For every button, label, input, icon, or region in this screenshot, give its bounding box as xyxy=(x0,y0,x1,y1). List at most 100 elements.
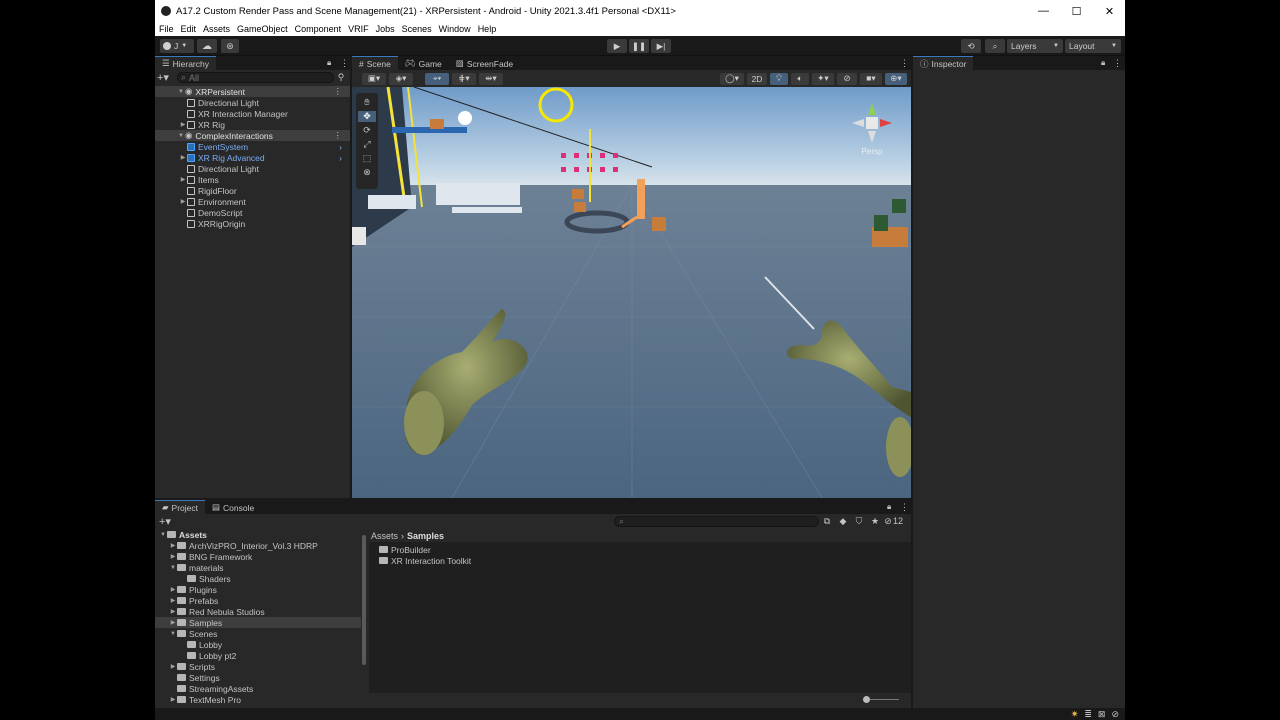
menu-jobs[interactable]: Jobs xyxy=(376,24,395,34)
project-folder-row[interactable]: ▶ Scripts xyxy=(155,661,361,672)
expand-arrow-icon[interactable]: ▶ xyxy=(169,619,177,626)
expand-arrow-icon[interactable]: ▼ xyxy=(169,631,177,637)
breadcrumb-samples[interactable]: Samples xyxy=(407,531,444,541)
tree-scrollbar[interactable] xyxy=(361,529,368,679)
draw-mode-sphere-button[interactable]: ◯▾ xyxy=(720,72,744,85)
hierarchy-item[interactable]: ▶ Environment xyxy=(155,196,350,207)
tab-scene[interactable]: # Scene xyxy=(352,56,398,70)
collapse-arrow-icon[interactable]: ▶ xyxy=(179,154,187,161)
gizmos-button[interactable]: ⊕▾ xyxy=(885,72,907,85)
pivot-button[interactable]: ⌖▾ xyxy=(425,72,449,85)
search-button[interactable]: ⌕ xyxy=(985,39,1005,53)
auto-generate-lighting-icon[interactable]: ✷ xyxy=(1071,709,1079,720)
minimize-button[interactable]: — xyxy=(1027,0,1060,22)
hierarchy-item[interactable]: RigidFloor xyxy=(155,185,350,196)
hierarchy-item[interactable]: XR Interaction Manager xyxy=(155,108,350,119)
tab-project[interactable]: ▰ Project xyxy=(155,500,206,514)
move-tool-icon[interactable]: ✥ xyxy=(358,111,376,122)
expand-arrow-icon[interactable]: ▼ xyxy=(159,532,167,538)
project-folder-row[interactable]: ▼ Assets xyxy=(155,529,361,540)
menu-file[interactable]: File xyxy=(159,24,174,34)
cloud-button[interactable]: ☁ xyxy=(197,39,217,53)
project-folder-row[interactable]: Shaders xyxy=(155,573,361,584)
hidden-objects-button[interactable]: ⊘ xyxy=(837,72,857,85)
tab-hierarchy[interactable]: ☰ Hierarchy xyxy=(155,56,216,70)
collapse-arrow-icon[interactable]: ▶ xyxy=(179,198,187,205)
project-folder-row[interactable]: Settings xyxy=(155,672,361,683)
project-folder-row[interactable]: ▶ BNG Framework xyxy=(155,551,361,562)
scale-tool-icon[interactable]: ⤢ xyxy=(363,139,370,150)
grid-snap-button[interactable]: ⋕▾ xyxy=(452,72,476,85)
menu-scenes[interactable]: Scenes xyxy=(402,24,432,34)
project-folder-row[interactable]: Lobby xyxy=(155,639,361,650)
expand-arrow-icon[interactable]: ▶ xyxy=(169,553,177,560)
project-folder-row[interactable]: ▼ materials xyxy=(155,562,361,573)
kebab-menu-icon[interactable]: ⋮ xyxy=(340,58,349,69)
draw-mode-button[interactable]: ▣▾ xyxy=(362,72,386,85)
lighting-toggle-button[interactable]: 💡︎ xyxy=(770,72,788,85)
collapse-arrow-icon[interactable]: ▶ xyxy=(179,121,187,128)
transform-tool-icon[interactable]: ⊗ xyxy=(363,167,371,178)
effects-button[interactable]: ✦▾ xyxy=(812,72,834,85)
collapse-arrow-icon[interactable]: ▶ xyxy=(179,176,187,183)
tab-console[interactable]: ▤ Console xyxy=(205,501,261,514)
lock-icon[interactable]: 🔒︎ xyxy=(887,502,891,512)
expand-arrow-icon[interactable]: ▶ xyxy=(169,696,177,703)
expand-arrow-icon[interactable]: ▼ xyxy=(169,565,177,571)
tab-game[interactable]: 🎮︎ Game xyxy=(398,57,449,70)
rotate-tool-icon[interactable]: ⟳ xyxy=(363,125,371,136)
prefab-open-icon[interactable]: › xyxy=(339,153,342,163)
menu-help[interactable]: Help xyxy=(478,24,497,34)
prefab-open-icon[interactable]: › xyxy=(339,142,342,152)
network-icon[interactable]: ⊠ xyxy=(1098,709,1106,720)
expand-arrow-icon[interactable]: ▶ xyxy=(169,608,177,615)
project-folder-row[interactable]: ▶ Plugins xyxy=(155,584,361,595)
breadcrumb-assets[interactable]: Assets xyxy=(371,531,398,541)
hierarchy-item[interactable]: ▶ XR Rig Advanced › xyxy=(155,152,350,163)
close-button[interactable]: ✕ xyxy=(1093,0,1125,22)
scrollbar-thumb[interactable] xyxy=(362,535,366,665)
maximize-button[interactable]: ☐ xyxy=(1060,0,1093,22)
expand-arrow-icon[interactable]: ▼ xyxy=(177,133,185,139)
camera-button[interactable]: ■▾ xyxy=(860,72,882,85)
project-folder-row[interactable]: StreamingAssets xyxy=(155,683,361,694)
hierarchy-item[interactable]: XRRigOrigin xyxy=(155,218,350,229)
layers-dropdown[interactable]: Layers ▼ xyxy=(1007,39,1063,53)
increment-snap-button[interactable]: ⇹▾ xyxy=(479,72,503,85)
icon-size-slider-handle[interactable] xyxy=(863,696,870,703)
hierarchy-item[interactable]: EventSystem › xyxy=(155,141,350,152)
menu-window[interactable]: Window xyxy=(439,24,471,34)
pause-button[interactable]: ❚❚ xyxy=(629,39,649,53)
hierarchy-item[interactable]: ▶ Items xyxy=(155,174,350,185)
menu-gameobject[interactable]: GameObject xyxy=(237,24,288,34)
label-icon[interactable]: ◆ xyxy=(835,516,851,527)
toggle-2d-button[interactable]: 2D xyxy=(747,72,767,85)
menu-component[interactable]: Component xyxy=(295,24,342,34)
layout-dropdown[interactable]: Layout ▼ xyxy=(1065,39,1121,53)
hierarchy-item[interactable]: DemoScript xyxy=(155,207,350,218)
render-mode-button[interactable]: ◈▾ xyxy=(389,72,413,85)
expand-arrow-icon[interactable]: ▼ xyxy=(177,89,185,95)
tag-icon[interactable]: ⛉ xyxy=(851,516,867,527)
undo-history-button[interactable]: ⟲ xyxy=(961,39,981,53)
kebab-menu-icon[interactable]: ⋮ xyxy=(1113,58,1122,69)
hierarchy-item[interactable]: Directional Light xyxy=(155,97,350,108)
menu-edit[interactable]: Edit xyxy=(181,24,197,34)
hierarchy-scene-row[interactable]: ▼ ◉ XRPersistent ⋮ xyxy=(155,86,350,97)
hierarchy-search-input[interactable]: ⌕ All xyxy=(177,72,334,83)
expand-arrow-icon[interactable]: ▶ xyxy=(169,597,177,604)
hand-tool-icon[interactable]: ✋︎ xyxy=(364,97,369,108)
add-icon[interactable]: +▾ xyxy=(157,71,173,84)
project-folder-row[interactable]: ▶ Samples xyxy=(155,617,361,628)
menu-assets[interactable]: Assets xyxy=(203,24,230,34)
project-folder-row[interactable]: ▶ Red Nebula Studios xyxy=(155,606,361,617)
kebab-menu-icon[interactable]: ⋮ xyxy=(900,502,909,513)
account-button[interactable]: J ▼ xyxy=(160,39,194,53)
expand-arrow-icon[interactable]: ▶ xyxy=(169,663,177,670)
tab-inspector[interactable]: ⓘ Inspector xyxy=(913,56,974,70)
expand-arrow-icon[interactable]: ▶ xyxy=(169,586,177,593)
kebab-menu-icon[interactable]: ⋮ xyxy=(900,58,909,69)
filter-icon[interactable]: ⚲ xyxy=(334,72,348,83)
lock-icon[interactable]: 🔒︎ xyxy=(327,58,331,68)
tab-screenfade[interactable]: ▨ ScreenFade xyxy=(449,57,520,70)
